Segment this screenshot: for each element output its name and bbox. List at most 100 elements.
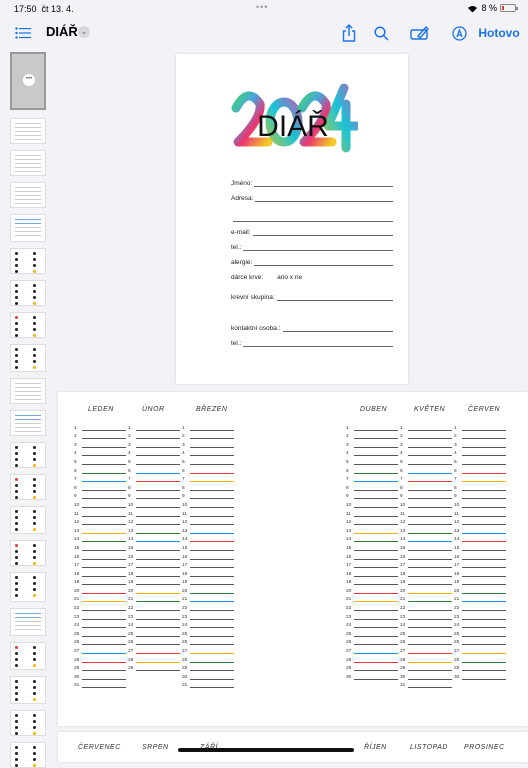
day-row[interactable]: 1 [400, 422, 452, 431]
day-row[interactable]: 21 [346, 594, 398, 603]
day-row[interactable]: 24 [128, 620, 180, 629]
day-row[interactable]: 10 [346, 499, 398, 508]
day-row[interactable]: 12 [454, 517, 506, 526]
day-row[interactable]: 8 [454, 482, 506, 491]
day-row[interactable]: 14 [346, 534, 398, 543]
day-row[interactable]: 30 [182, 671, 234, 680]
day-row[interactable]: 11 [454, 508, 506, 517]
day-row[interactable]: 5 [346, 456, 398, 465]
day-row[interactable]: 4 [454, 448, 506, 457]
day-row[interactable]: 3 [74, 439, 126, 448]
day-row[interactable]: 18 [74, 568, 126, 577]
cover-field[interactable] [231, 215, 393, 222]
day-row[interactable]: 29 [74, 663, 126, 672]
day-row[interactable]: 28 [400, 654, 452, 663]
day-row[interactable]: 20 [74, 585, 126, 594]
day-row[interactable]: 4 [400, 448, 452, 457]
home-indicator[interactable] [178, 748, 354, 752]
day-row[interactable]: 15 [74, 542, 126, 551]
day-row[interactable]: 2 [128, 431, 180, 440]
day-row[interactable]: 24 [74, 620, 126, 629]
day-row[interactable]: 11 [74, 508, 126, 517]
page-thumbnail[interactable] [10, 710, 46, 736]
day-row[interactable]: 30 [400, 671, 452, 680]
day-row[interactable]: 12 [182, 517, 234, 526]
day-row[interactable]: 5 [182, 456, 234, 465]
page-thumbnail[interactable] [10, 474, 46, 500]
day-row[interactable]: 16 [346, 551, 398, 560]
day-row[interactable]: 2 [346, 431, 398, 440]
day-row[interactable]: 20 [128, 585, 180, 594]
day-row[interactable]: 8 [182, 482, 234, 491]
cover-field[interactable]: Jméno: [231, 180, 393, 187]
day-row[interactable]: 27 [346, 645, 398, 655]
day-row[interactable]: 9 [346, 491, 398, 500]
day-row[interactable]: 25 [128, 628, 180, 637]
day-row[interactable]: 21 [400, 594, 452, 603]
page-thumbnail[interactable] [10, 118, 46, 144]
day-row[interactable]: 19 [346, 577, 398, 586]
day-row[interactable]: 28 [182, 654, 234, 663]
day-row[interactable]: 28 [128, 654, 180, 663]
day-row[interactable]: 6 [454, 465, 506, 474]
day-row[interactable]: 12 [346, 517, 398, 526]
edit-icon[interactable] [408, 22, 432, 44]
page-thumbnail[interactable] [10, 378, 46, 404]
cover-field[interactable]: tel.: [231, 244, 393, 251]
day-row[interactable]: 14 [182, 534, 234, 543]
day-row[interactable]: 18 [400, 568, 452, 577]
day-row[interactable]: 28 [346, 654, 398, 663]
day-row[interactable]: 2 [182, 431, 234, 440]
day-row[interactable]: 31 [400, 680, 452, 689]
day-row[interactable]: 7 [182, 474, 234, 483]
day-row[interactable]: 26 [74, 637, 126, 646]
day-row[interactable]: 24 [346, 620, 398, 629]
day-row[interactable]: 7 [74, 474, 126, 483]
day-row[interactable]: 21 [128, 594, 180, 603]
day-row[interactable]: 2 [74, 431, 126, 440]
page-thumbnail[interactable] [10, 642, 46, 670]
day-row[interactable]: 23 [346, 611, 398, 620]
day-row[interactable]: 8 [346, 482, 398, 491]
day-row[interactable]: 23 [454, 611, 506, 620]
cover-field[interactable]: krevní skupina: [231, 294, 393, 301]
page-thumbnail[interactable] [10, 214, 46, 242]
day-row[interactable]: 19 [74, 577, 126, 586]
day-row[interactable]: 9 [74, 491, 126, 500]
day-row[interactable]: 8 [400, 482, 452, 491]
day-row[interactable]: 7 [400, 474, 452, 483]
day-row[interactable]: 7 [454, 474, 506, 483]
search-icon[interactable] [370, 22, 392, 44]
day-row[interactable]: 1 [182, 422, 234, 431]
day-row[interactable]: 29 [346, 663, 398, 672]
day-row[interactable]: 1 [454, 422, 506, 431]
day-row[interactable]: 20 [346, 585, 398, 594]
day-row[interactable]: 3 [400, 439, 452, 448]
day-row[interactable]: 3 [346, 439, 398, 448]
day-row[interactable]: 10 [182, 499, 234, 508]
cover-field[interactable]: alergie: [231, 259, 393, 266]
day-row[interactable]: 14 [74, 534, 126, 543]
day-row[interactable]: 11 [346, 508, 398, 517]
day-row[interactable]: 9 [400, 491, 452, 500]
cover-field[interactable]: Adresa: [231, 195, 393, 202]
day-row[interactable]: 27 [128, 645, 180, 655]
day-row[interactable]: 5 [400, 456, 452, 465]
day-row[interactable]: 13 [400, 525, 452, 534]
day-row[interactable]: 2 [454, 431, 506, 440]
day-row[interactable]: 11 [128, 508, 180, 517]
day-row[interactable]: 16 [74, 551, 126, 560]
day-row[interactable]: 10 [128, 499, 180, 508]
day-row[interactable]: 18 [346, 568, 398, 577]
day-row[interactable]: 19 [182, 577, 234, 586]
day-row[interactable]: 27 [454, 645, 506, 655]
day-row[interactable]: 20 [454, 585, 506, 594]
day-row[interactable]: 19 [454, 577, 506, 586]
day-row[interactable]: 3 [454, 439, 506, 448]
day-row[interactable]: 9 [128, 491, 180, 500]
cover-field[interactable]: dárce krve: ano x ne [231, 274, 393, 281]
day-row[interactable]: 29 [400, 663, 452, 672]
page-thumbnail[interactable] [10, 608, 46, 636]
day-row[interactable]: 16 [128, 551, 180, 560]
page-thumbnail[interactable] [10, 676, 46, 704]
